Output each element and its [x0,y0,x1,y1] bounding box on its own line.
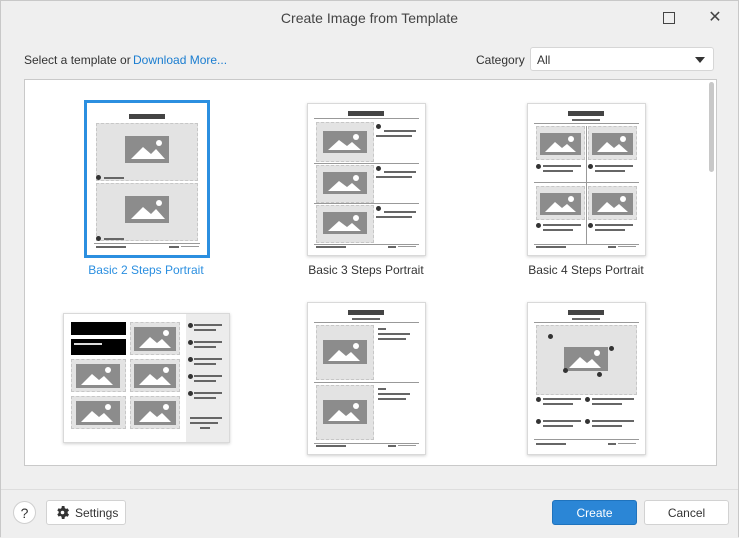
image-placeholder-icon [323,400,367,424]
category-value: All [537,53,551,67]
template-tile-4[interactable] [36,302,256,465]
image-placeholder-icon [125,136,169,163]
image-placeholder-icon [540,133,581,155]
cancel-button[interactable]: Cancel [644,500,729,525]
template-tile-basic-4-steps[interactable]: Basic 4 Steps Portrait [476,100,696,280]
help-button[interactable]: ? [13,501,36,524]
image-placeholder-icon [323,131,367,153]
template-tile-basic-2-steps[interactable]: Basic 2 Steps Portrait [36,100,256,280]
image-placeholder-icon [323,340,367,364]
image-placeholder-icon [134,364,176,388]
gallery-scrollbar[interactable] [709,82,714,172]
close-button[interactable]: ✕ [703,7,727,29]
image-placeholder-icon [540,193,581,215]
template-thumbnail [63,313,230,443]
window-title: Create Image from Template [280,10,459,26]
image-placeholder-icon [134,401,176,425]
template-thumbnail [527,302,646,455]
gear-icon [57,506,69,519]
image-placeholder-icon [76,364,120,388]
image-placeholder-icon [323,172,367,194]
settings-button[interactable]: Settings [46,500,126,525]
template-tile-basic-3-steps[interactable]: Basic 3 Steps Portrait [256,100,476,280]
template-tile-6[interactable] [476,302,696,465]
dialog-window: Create Image from Template ✕ Select a te… [0,0,739,538]
template-label: Basic 2 Steps Portrait [88,263,204,277]
image-placeholder-icon [564,347,608,371]
download-more-link[interactable]: Download More... [133,53,227,67]
maximize-icon [663,12,675,24]
template-label: Basic 4 Steps Portrait [528,263,644,277]
template-gallery[interactable]: Basic 2 Steps Portrait Basic 3 Steps Por… [24,79,717,466]
title-bar: Create Image from Template ✕ [1,1,738,35]
template-tile-5[interactable] [256,302,476,465]
image-placeholder-icon [134,327,176,351]
create-button[interactable]: Create [552,500,637,525]
category-label: Category [476,53,525,67]
close-icon: ✕ [708,9,722,26]
template-thumbnail [527,103,646,256]
dialog-footer: ? Settings Create Cancel [1,489,738,538]
image-placeholder-icon [76,401,120,425]
chevron-down-icon [695,57,705,63]
help-icon: ? [20,504,29,521]
template-label: Basic 3 Steps Portrait [308,263,424,277]
image-placeholder-icon [592,133,633,155]
maximize-button[interactable] [657,7,681,29]
image-placeholder-icon [323,212,367,234]
settings-label: Settings [75,505,119,520]
template-thumbnail [307,103,426,256]
category-select[interactable]: All [530,47,714,71]
template-filter-row: Select a template or Download More... Ca… [24,47,715,72]
select-template-prompt: Select a template or [24,53,131,67]
image-placeholder-icon [125,196,169,223]
template-thumbnail [307,302,426,455]
template-thumbnail [84,100,210,258]
image-placeholder-icon [592,193,633,215]
